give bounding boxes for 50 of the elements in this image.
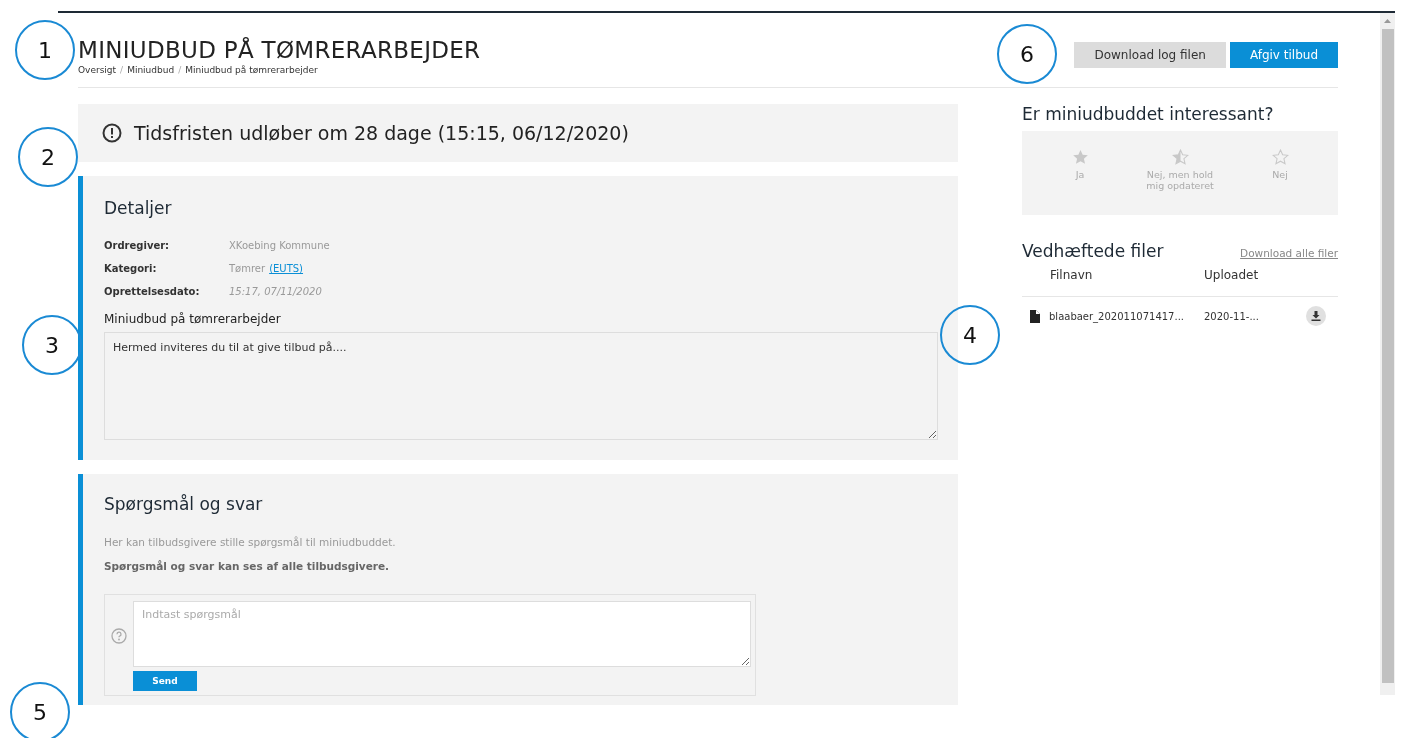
column-header: Uploadet xyxy=(1204,268,1260,282)
callout-number: 6 xyxy=(997,24,1057,84)
star-icon xyxy=(1071,149,1089,165)
send-button[interactable]: Send xyxy=(133,671,197,691)
section-heading: Detaljer xyxy=(104,198,173,218)
field-label: Oprettelsesdato: xyxy=(104,286,201,299)
deadline-text: Tidsfristen udløber om 28 dage (15:15, 06/12/2020) xyxy=(134,122,629,144)
section-heading: Spørgsmål og svar xyxy=(104,494,264,514)
field-value: Tømrer xyxy=(229,263,266,276)
help-icon xyxy=(111,628,127,644)
field-label: Kategori: xyxy=(104,263,158,276)
alert-icon xyxy=(102,123,122,143)
scrollbar[interactable] xyxy=(1380,13,1395,695)
callout-number: 5 xyxy=(10,682,70,738)
interest-option[interactable]: Nej, men hold mig opdateret xyxy=(1137,149,1223,215)
interest-option[interactable]: Nej xyxy=(1237,149,1323,215)
upload-date: 2020-11-... xyxy=(1204,310,1260,322)
info-text: Her kan tilbudsgivere stille spørgsmål til miniudbuddet. xyxy=(104,536,397,548)
field-value: XKoebing Kommune xyxy=(229,240,330,253)
submit-offer-button[interactable]: Afgiv tilbud xyxy=(1229,42,1338,68)
star-icon xyxy=(1271,149,1289,165)
file-icon xyxy=(1030,309,1040,323)
breadcrumb-separator: / xyxy=(178,65,182,75)
callout-number: 1 xyxy=(15,20,75,80)
file-name: blaabaer_202011071417... xyxy=(1049,310,1185,322)
section-heading: Er miniudbuddet interessant? xyxy=(1022,104,1275,124)
field-label: Ordregiver: xyxy=(104,240,171,253)
section-heading: Vedhæftede filer xyxy=(1022,241,1164,261)
callout-number: 3 xyxy=(22,315,82,375)
callout-number: 4 xyxy=(940,305,1000,365)
interest-option[interactable]: Ja xyxy=(1037,149,1123,215)
breadcrumb-link[interactable]: Oversigt xyxy=(78,65,117,75)
scroll-up-icon[interactable] xyxy=(1384,19,1391,23)
download-button[interactable] xyxy=(1306,306,1326,326)
question-field[interactable]: Indtast spørgsmål xyxy=(133,601,751,667)
download-all-link[interactable]: Download alle filer xyxy=(1240,247,1338,259)
page-title: MINIUDBUD PÅ TØMRERARBEJDER xyxy=(78,37,481,63)
description-field[interactable]: Hermed inviteres du til at give tilbud på.... xyxy=(104,332,938,440)
breadcrumb-link[interactable]: Miniudbud på tømrerarbejder xyxy=(185,65,318,75)
star-icon xyxy=(1171,149,1189,165)
download-log-button[interactable]: Download log filen xyxy=(1074,42,1226,68)
breadcrumb-separator: / xyxy=(120,65,124,75)
info-text: Spørgsmål og svar kan ses af alle tilbudsgivere. xyxy=(104,560,391,572)
callout-number: 2 xyxy=(18,127,78,187)
column-header: Filnavn xyxy=(1050,268,1094,282)
category-link[interactable]: (EUTS) xyxy=(269,263,304,286)
field-value: 15:17, 07/11/2020 xyxy=(229,286,322,299)
download-icon xyxy=(1311,311,1321,321)
breadcrumb-link[interactable]: Miniudbud xyxy=(127,65,175,75)
description-label: Miniudbud på tømrerarbejder xyxy=(104,312,282,326)
